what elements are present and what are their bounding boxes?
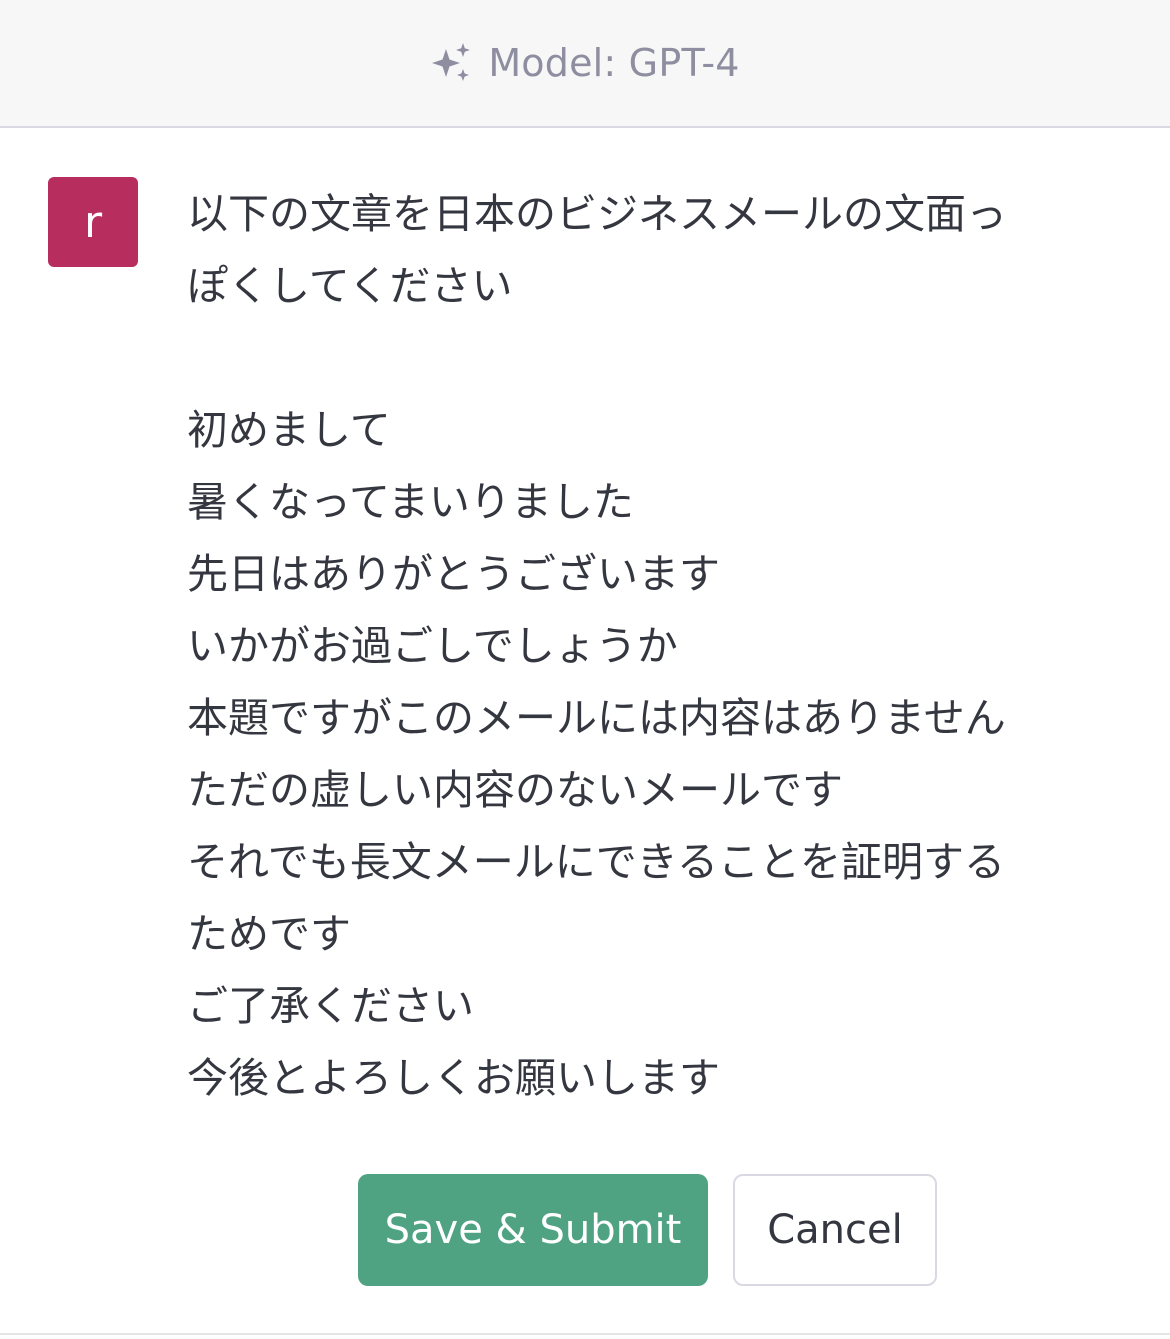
- sparkle-icon: [430, 41, 474, 85]
- message-line: 今後とよろしくお願いします: [187, 1054, 720, 1102]
- message-line: それでも長文メールにできることを証明する: [187, 838, 1005, 886]
- model-header: Model: GPT-4: [0, 0, 1170, 128]
- message-line: 暑くなってまいりました: [187, 478, 634, 526]
- message-line: ご了承ください: [187, 982, 474, 1030]
- save-submit-button[interactable]: Save & Submit: [358, 1174, 708, 1286]
- message-line: 初めまして: [187, 406, 391, 454]
- message-text-editor[interactable]: 以下の文章を日本のビジネスメールの文面っ ぽくしてください 初めまして 暑くなっ…: [187, 178, 1117, 1114]
- message-line: ただの虚しい内容のないメールです: [187, 766, 843, 814]
- message-line: いかがお過ごしでしょうか: [187, 622, 678, 670]
- cancel-button[interactable]: Cancel: [733, 1174, 937, 1286]
- message-line: ためです: [187, 910, 351, 958]
- message-line: 以下の文章を日本のビジネスメールの文面っ: [187, 190, 1007, 238]
- message-line: 先日はありがとうございます: [187, 550, 720, 598]
- message-line: ぽくしてください: [187, 262, 513, 310]
- user-message: r 以下の文章を日本のビジネスメールの文面っ ぽくしてください 初めまして 暑く…: [0, 128, 1170, 1333]
- message-line: 本題ですがこのメールには内容はありません: [187, 694, 1006, 742]
- divider: [0, 1333, 1170, 1335]
- avatar: r: [48, 177, 138, 267]
- model-label: Model: GPT-4: [488, 41, 740, 85]
